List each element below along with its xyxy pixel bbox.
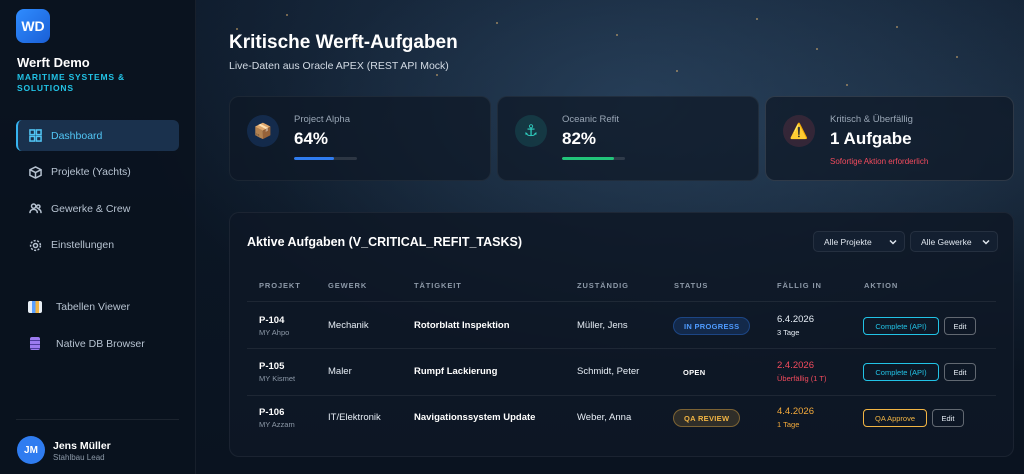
- stat-value: 82%: [562, 129, 597, 148]
- sidebar-divider: [16, 419, 179, 420]
- trade: Mechanik: [328, 320, 369, 331]
- select-value: Alle Projekte: [824, 236, 872, 247]
- status-badge: QA REVIEW: [673, 409, 741, 427]
- trade-filter-select[interactable]: Alle Gewerke: [910, 231, 998, 252]
- sidebar-item-projects[interactable]: Projekte (Yachts): [16, 157, 179, 188]
- page-subtitle: Live-Daten aus Oracle APEX (REST API Moc…: [229, 60, 449, 72]
- gear-icon: [28, 238, 42, 252]
- stat-label: Project Alpha: [294, 114, 350, 125]
- column-header: AKTION: [864, 281, 899, 290]
- brand-subtitle: MARITIME SYSTEMS & SOLUTIONS: [17, 72, 125, 93]
- sidebar-item-label: Tabellen Viewer: [56, 300, 130, 313]
- edit-button[interactable]: Edit: [944, 317, 976, 335]
- project-filter-select[interactable]: Alle Projekte: [813, 231, 905, 252]
- tools-nav: Tabellen Viewer Native DB Browser: [16, 291, 179, 365]
- grid-icon: [28, 129, 42, 143]
- edit-button[interactable]: Edit: [944, 363, 976, 381]
- column-header: STATUS: [674, 281, 709, 290]
- stat-label: Kritisch & Überfällig: [830, 114, 913, 125]
- user-name: Jens Müller: [53, 440, 111, 452]
- yacht-name: MY Ahpo: [259, 328, 290, 337]
- progress-bar: [294, 157, 357, 160]
- package-icon: 📦: [247, 115, 279, 147]
- tasks-panel: Aktive Aufgaben (V_CRITICAL_REFIT_TASKS)…: [229, 212, 1014, 457]
- select-value: Alle Gewerke: [921, 236, 972, 247]
- activity: Rumpf Lackierung: [414, 366, 498, 377]
- due-date: 4.4.2026: [777, 406, 814, 417]
- status-badge: OPEN: [683, 367, 706, 377]
- table-row[interactable]: P-104 MY Ahpo Mechanik Rotorblatt Inspek…: [230, 302, 1015, 348]
- sidebar: WD Werft Demo MARITIME SYSTEMS & SOLUTIO…: [0, 0, 196, 474]
- app-logo[interactable]: WD: [16, 9, 50, 43]
- column-header: PROJEKT: [259, 281, 301, 290]
- project-id: P-104: [259, 315, 285, 326]
- progress-bar: [562, 157, 625, 160]
- stat-card-oceanic-refit[interactable]: ⚓ Oceanic Refit 82%: [497, 96, 759, 181]
- trade: IT/Elektronik: [328, 412, 381, 423]
- sidebar-item-label: Native DB Browser: [56, 337, 145, 350]
- sidebar-item-label: Dashboard: [51, 129, 103, 142]
- project-id: P-106: [259, 407, 285, 418]
- due-note: 3 Tage: [777, 328, 800, 337]
- panel-title: Aktive Aufgaben (V_CRITICAL_REFIT_TASKS): [247, 235, 523, 249]
- stat-card-critical[interactable]: ⚠️ Kritisch & Überfällig 1 Aufgabe Sofor…: [765, 96, 1014, 181]
- yacht-name: MY Kismet: [259, 374, 296, 383]
- sidebar-item-table-viewer[interactable]: Tabellen Viewer: [16, 291, 179, 322]
- sidebar-item-label: Einstellungen: [51, 239, 115, 251]
- status-badge: IN PROGRESS: [673, 317, 751, 335]
- brand-title: Werft Demo: [17, 55, 90, 70]
- trade: Maler: [328, 366, 352, 377]
- sidebar-item-db-browser[interactable]: Native DB Browser: [16, 328, 179, 359]
- page-title: Kritische Werft-Aufgaben: [229, 32, 458, 53]
- qa-approve-button[interactable]: QA Approve: [863, 409, 927, 427]
- stat-card-project-alpha[interactable]: 📦 Project Alpha 64%: [229, 96, 491, 181]
- alert-text: Sofortige Aktion erforderlich: [830, 157, 929, 166]
- progress-fill: [294, 157, 335, 160]
- yacht-name: MY Azzam: [259, 420, 295, 429]
- avatar[interactable]: JM: [17, 436, 45, 464]
- anchor-icon: ⚓: [515, 115, 547, 147]
- chevron-down-icon: [981, 237, 991, 247]
- column-header: ZUSTÄNDIG: [577, 281, 629, 290]
- sidebar-item-settings[interactable]: Einstellungen: [16, 230, 179, 261]
- stat-value: 1 Aufgabe: [830, 129, 912, 148]
- sidebar-item-trades-crew[interactable]: Gewerke & Crew: [16, 193, 179, 224]
- column-header: GEWERK: [328, 281, 368, 290]
- complete-api-button[interactable]: Complete (API): [863, 317, 939, 335]
- main-nav: Dashboard Projekte (Yachts) Gewerke & Cr…: [16, 120, 179, 266]
- due-date: 2.4.2026: [777, 360, 814, 371]
- owner: Müller, Jens: [577, 320, 628, 331]
- stat-value: 64%: [294, 129, 329, 148]
- chart-icon: [28, 300, 42, 313]
- sidebar-item-label: Projekte (Yachts): [51, 166, 131, 178]
- activity: Navigationssystem Update: [414, 412, 536, 423]
- owner: Weber, Anna: [577, 412, 632, 423]
- project-id: P-105: [259, 361, 285, 372]
- activity: Rotorblatt Inspektion: [414, 320, 510, 331]
- due-date: 6.4.2026: [777, 314, 814, 325]
- table-row[interactable]: P-106 MY Azzam IT/Elektronik Navigations…: [230, 396, 1015, 442]
- complete-api-button[interactable]: Complete (API): [863, 363, 939, 381]
- user-role: Stahlbau Lead: [53, 453, 105, 462]
- cube-icon: [28, 165, 42, 179]
- due-note: 1 Tage: [777, 420, 800, 429]
- progress-fill: [562, 157, 614, 160]
- chevron-down-icon: [888, 237, 898, 247]
- column-header: FÄLLIG IN: [777, 281, 822, 290]
- edit-button[interactable]: Edit: [932, 409, 964, 427]
- due-note: Überfällig (1 T): [777, 374, 827, 383]
- warning-icon: ⚠️: [783, 115, 815, 147]
- table-row[interactable]: P-105 MY Kismet Maler Rumpf Lackierung S…: [230, 349, 1015, 395]
- column-header: TÄTIGKEIT: [414, 281, 462, 290]
- database-icon: [30, 337, 40, 350]
- owner: Schmidt, Peter: [577, 366, 640, 377]
- stat-label: Oceanic Refit: [562, 114, 620, 125]
- sidebar-item-dashboard[interactable]: Dashboard: [16, 120, 179, 151]
- sidebar-item-label: Gewerke & Crew: [51, 202, 131, 215]
- users-icon: [28, 202, 42, 216]
